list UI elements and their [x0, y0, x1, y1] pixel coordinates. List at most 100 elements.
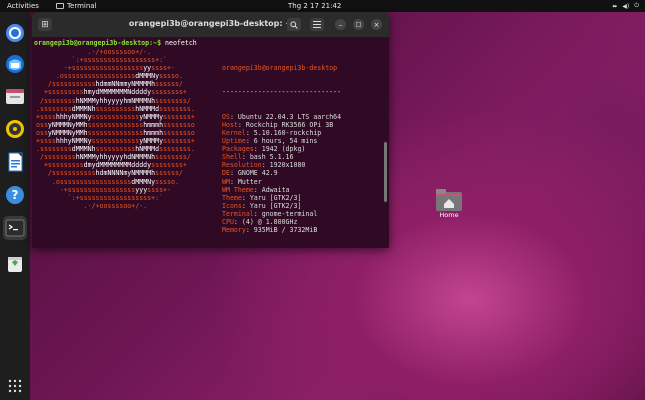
clock[interactable]: Thg 2 17 21:42: [288, 2, 341, 10]
info-value: GNOME 42.9: [237, 169, 278, 178]
info-key: Uptime: [222, 137, 246, 146]
info-value: 1920x1080: [269, 161, 306, 170]
info-value: Yaru [GTK2/3]: [249, 193, 302, 202]
app-menu[interactable]: Terminal: [55, 2, 97, 10]
dock-item-rhythmbox[interactable]: [3, 117, 27, 141]
logo-line: /sssssssshNMMMyhhyyyyhmNMMMNhssssssss/: [36, 96, 191, 105]
info-value: 6 hours, 54 mins: [253, 137, 318, 146]
logo-line: +sssssssssdmydMMMMMMMMddddyssssssss+: [36, 161, 187, 170]
terminal-app-icon: [55, 3, 64, 9]
info-value: Mutter: [237, 177, 262, 186]
show-apps-button[interactable]: [3, 374, 27, 398]
logo-line: -+ssssssssssssssssssyyssss+-: [36, 64, 175, 73]
dock-item-help[interactable]: ?: [3, 183, 27, 207]
dock: ?: [0, 12, 30, 400]
minimize-icon: –: [338, 20, 343, 29]
logo-line: .ossssssssssssssssssdMMMNysssso.: [36, 177, 179, 186]
info-key: Resolution: [222, 161, 262, 170]
info-key: WM Theme: [222, 185, 254, 194]
app-grid-icon: [3, 374, 27, 398]
minimize-button[interactable]: –: [335, 19, 346, 30]
search-icon: [290, 20, 298, 29]
terminal-header-bar[interactable]: ⊞ orangepi3b@orangepi3b-desktop: ~ – □ ×: [32, 12, 389, 38]
network-icon: ⬌: [612, 2, 618, 10]
system-tray[interactable]: ⬌ ◀) ⏻: [612, 2, 639, 10]
logo-line: +sssshhhyNMMNyssssssssssssyNMMMysssssss+: [36, 112, 195, 121]
info-row: Uptime: 6 hours, 54 mins: [222, 137, 318, 146]
separator: ------------------------------: [222, 88, 342, 97]
info-row: Shell: bash 5.1.16: [222, 153, 294, 162]
menu-button[interactable]: [310, 18, 324, 31]
close-button[interactable]: ×: [371, 19, 382, 30]
app-menu-label: Terminal: [66, 2, 97, 10]
logo-line: `:+ssssssssssssssssss+:`: [36, 56, 168, 65]
info-row: Memory: 935MiB / 3732MiB: [222, 226, 318, 235]
dock-item-files[interactable]: [3, 84, 27, 108]
info-key: Packages: [222, 145, 254, 154]
home-folder-icon: [436, 189, 462, 211]
info-value: 1942 (dpkg): [261, 145, 306, 154]
logo-line: ossyNMMMNyMMhsssssssssssssshmmmhssssssso: [36, 120, 195, 129]
info-value: 5.10.160-rockchip: [253, 128, 322, 137]
info-value: (4) @ 1.800GHz: [241, 217, 298, 226]
info-row: Terminal: gnome-terminal: [222, 209, 318, 218]
logo-line: ossyNMMMNyMMhsssssssssssssshmmmhssssssso: [36, 128, 195, 137]
info-value: Rockchip RK3566 OPi 3B: [245, 120, 334, 129]
info-key: WM: [222, 177, 230, 186]
info-value: 935MiB / 3732MiB: [253, 226, 318, 235]
terminal-icon: [3, 216, 27, 240]
writer-icon: [3, 150, 27, 174]
dock-item-thunderbird[interactable]: [3, 52, 27, 76]
system-info: orangepi3b@orangepi3b-desktop ----------…: [222, 48, 341, 248]
info-value: Yaru [GTK2/3]: [249, 201, 302, 210]
rhythmbox-icon: [3, 117, 27, 141]
info-row: Icons: Yaru [GTK2/3]: [222, 201, 302, 210]
top-bar: Activities Terminal Thg 2 17 21:42 ⬌ ◀) …: [0, 0, 645, 12]
terminal-window: ⊞ orangepi3b@orangepi3b-desktop: ~ – □ ×…: [32, 12, 389, 248]
info-key: DE: [222, 169, 230, 178]
info-row: DE: GNOME 42.9: [222, 169, 278, 178]
command: neofetch: [161, 39, 197, 47]
ubuntu-ascii-logo: .-/+oossssoo+/-. `:+ssssssssssssssssss+:…: [36, 48, 195, 210]
activities-button[interactable]: Activities: [7, 2, 39, 10]
dock-item-terminal[interactable]: [3, 216, 27, 240]
logo-line: /sssssssshNMMMyhhyyyyhdNMMMNhssssssss/: [36, 153, 191, 162]
logo-line: .-/+oossssoo+/-.: [36, 48, 152, 56]
search-button[interactable]: [287, 18, 301, 31]
info-key: Host: [222, 120, 238, 129]
desktop-icon-label: Home: [439, 211, 459, 219]
info-key: Theme: [222, 193, 242, 202]
files-icon: [3, 84, 27, 108]
dock-item-trash[interactable]: [3, 252, 27, 276]
info-row: Kernel: 5.10.160-rockchip: [222, 128, 322, 137]
maximize-button[interactable]: □: [353, 19, 364, 30]
hamburger-icon: [313, 21, 321, 28]
info-row: Theme: Yaru [GTK2/3]: [222, 193, 302, 202]
logo-line: +ssssssssshmydMMMMMMMNddddyssssssss+: [36, 88, 187, 97]
logo-line: .ssssssssdMMMNhsssssssssshNMMMdssssssss.: [36, 145, 195, 154]
logo-line: /ssssssssssshdmNNNNmyNMMMMhssssss/: [36, 169, 183, 178]
info-row: OS: Ubuntu 22.04.3 LTS aarch64: [222, 112, 342, 121]
dock-item-writer[interactable]: [3, 150, 27, 174]
logo-line: .ossssssssssssssssssdMMMNysssso.: [36, 72, 183, 81]
logo-line: /ssssssssssshdmmNNmmyNMMMMhssssss/: [36, 80, 183, 89]
info-key: CPU: [222, 217, 234, 226]
terminal-output[interactable]: orangepi3b@orangepi3b-desktop:~$ neofetc…: [32, 38, 384, 248]
info-row: CPU: (4) @ 1.800GHz: [222, 217, 298, 226]
trash-icon: [3, 252, 27, 276]
info-key: Terminal: [222, 209, 254, 218]
info-value: Ubuntu 22.04.3 LTS aarch64: [237, 112, 342, 121]
scrollbar[interactable]: [384, 142, 387, 202]
desktop-home-icon[interactable]: Home: [433, 189, 465, 219]
info-key: Memory: [222, 226, 246, 235]
svg-text:?: ?: [12, 188, 19, 202]
dock-item-chromium[interactable]: [3, 21, 27, 45]
volume-icon: ◀): [622, 2, 630, 10]
maximize-icon: □: [355, 21, 362, 28]
prompt: orangepi3b@orangepi3b-desktop:~$: [34, 39, 162, 47]
thunderbird-icon: [3, 52, 27, 76]
user-host: orangepi3b@orangepi3b-desktop: [222, 64, 338, 73]
info-key: Shell: [222, 153, 242, 162]
info-row: WM: Mutter: [222, 177, 262, 186]
logo-line: .ssssssssdMMMNhsssssssssshNMMMdssssssss.: [36, 104, 195, 113]
